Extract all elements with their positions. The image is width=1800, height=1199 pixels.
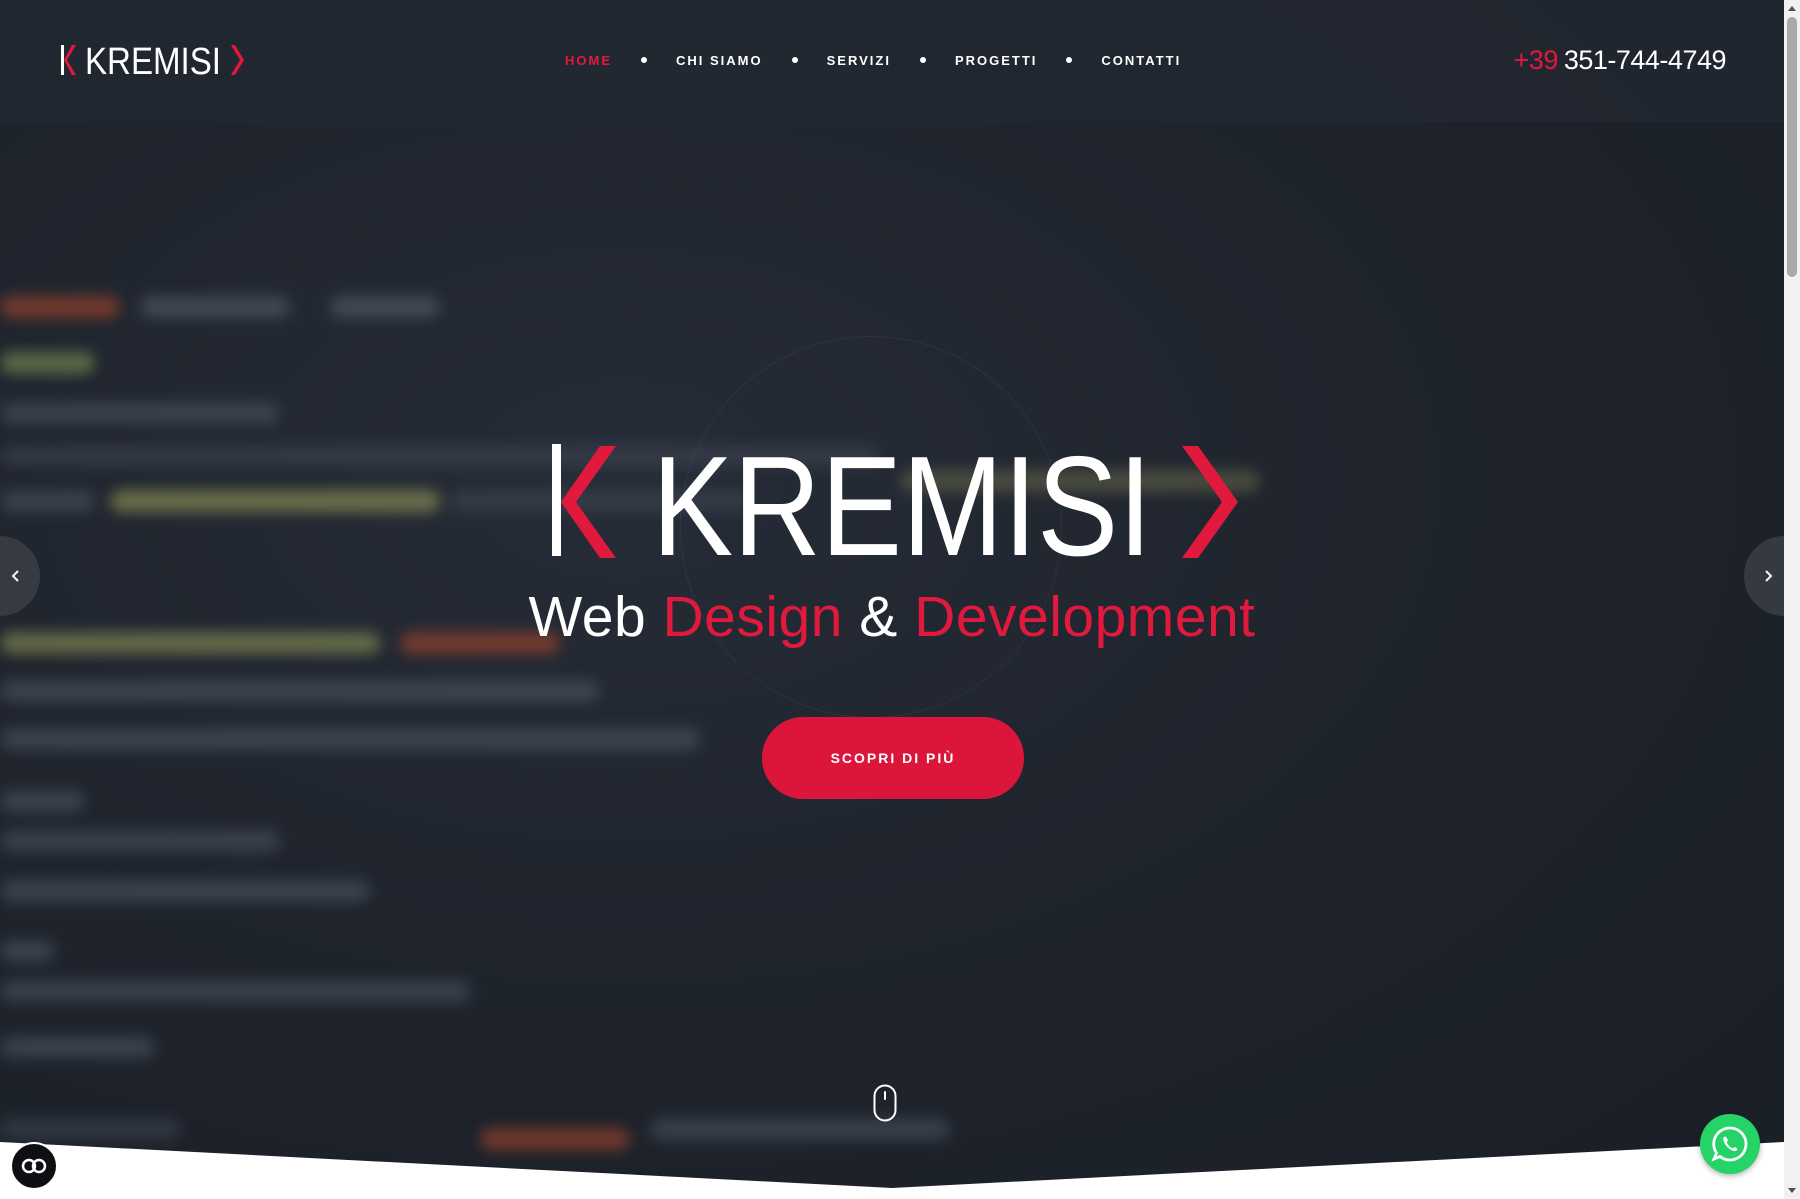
phone-country-code: +39	[1513, 45, 1559, 75]
svg-text:KREMISI: KREMISI	[85, 42, 221, 78]
site-header: KREMISI HOME CHI SIAMO SERVIZI PROGETTI …	[0, 0, 1784, 122]
nav-separator	[919, 57, 926, 63]
hero-tagline: Web Design & Development	[0, 584, 1784, 650]
discover-more-button[interactable]: SCOPRI DI PIÙ	[762, 717, 1024, 799]
chevron-left-icon	[11, 570, 19, 582]
chevron-right-icon	[1765, 570, 1773, 582]
hero-section: KREMISI KREMISI Web Design & Development…	[0, 0, 1784, 1199]
nav-progetti[interactable]: PROGETTI	[955, 53, 1037, 68]
nav-servizi[interactable]: SERVIZI	[827, 53, 891, 68]
mouse-scroll-icon[interactable]	[873, 1084, 897, 1122]
scroll-down-arrow[interactable]	[1788, 1188, 1796, 1193]
tagline-development: Development	[914, 585, 1256, 649]
nav-home[interactable]: HOME	[565, 53, 612, 68]
hero-logo: KREMISI KREMISI	[552, 444, 1238, 560]
tagline-design: Design	[662, 585, 843, 649]
accessibility-icon	[21, 1158, 47, 1174]
scroll-up-arrow[interactable]	[1788, 6, 1796, 11]
nav-separator	[641, 57, 647, 63]
nav-separator	[1066, 57, 1073, 63]
tagline-web: Web	[528, 585, 647, 649]
nav-contatti[interactable]: CONTATTI	[1101, 53, 1181, 68]
page-scrollbar[interactable]	[1784, 0, 1800, 1199]
nav-separator	[791, 57, 798, 63]
svg-text:KREMISI: KREMISI	[652, 444, 1152, 560]
whatsapp-button[interactable]	[1700, 1114, 1760, 1174]
accessibility-button[interactable]	[10, 1142, 58, 1190]
nav-chi-siamo[interactable]: CHI SIAMO	[676, 53, 763, 68]
phone-number: 351-744-4749	[1563, 45, 1727, 75]
section-divider	[0, 1142, 1784, 1199]
phone-link[interactable]: +39 351-744-4749	[1513, 45, 1727, 76]
main-nav: HOME CHI SIAMO SERVIZI PROGETTI CONTATTI	[565, 51, 1181, 69]
whatsapp-icon	[1711, 1126, 1748, 1162]
header-logo[interactable]: KREMISI	[60, 42, 246, 78]
scroll-thumb[interactable]	[1787, 17, 1797, 277]
tagline-ampersand: &	[859, 585, 898, 649]
